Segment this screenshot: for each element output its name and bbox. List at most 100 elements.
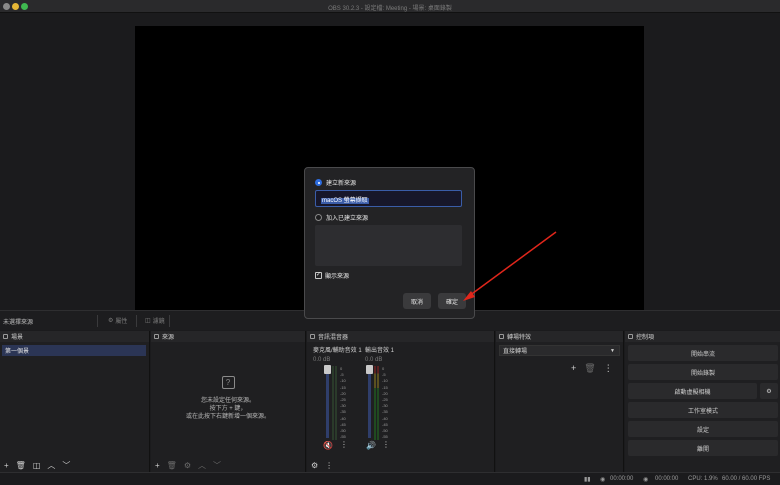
fps-readout: 60.00 / 60.00 FPS [722,476,771,482]
existing-sources-list[interactable] [315,225,462,266]
meter-scale: 0 -5 -10 -15 -20 -25 -30 -35 -40 -45 -50 -55 [340,366,346,440]
status-bar: ▮▮ ◉ 00:00:00 ◉ 00:00:00 CPU: 1.9% 60.00… [0,472,780,485]
selected-source-label: 未選擇來源 [3,320,34,326]
create-new-label: 建立新來源 [326,181,357,187]
question-icon: ? [221,376,235,389]
source-name-value: macOS 螢幕擷取 [321,198,369,204]
source-name-input[interactable]: macOS 螢幕擷取 [315,190,462,207]
scenes-footer: + 🗑 ◫ ︿ ﹀ [0,458,149,472]
channel-menu-icon[interactable]: ⋮ [340,440,348,449]
mixer-settings-icon[interactable]: ⚙ [311,461,318,470]
speaker-icon[interactable]: 🔊 [366,441,376,450]
dock-icon [499,334,504,339]
properties-label: 屬性 [115,319,128,325]
transition-actions: + 🗑 ⋮ [571,363,613,374]
transitions-dock: 轉場特效 直接轉場 ▼ + 🗑 ⋮ [496,331,624,472]
scenes-dock: 場景 第一個景 + 🗑 ◫ ︿ ﹀ [0,331,150,472]
volume-meter [332,366,340,440]
title-bar: OBS 30.2.3 - 設定檔: Meeting - 場景: 桌面錄製 [0,0,780,13]
transition-selected-value: 直接轉場 [503,349,528,355]
start-streaming-button[interactable]: 開始串流 [628,345,778,361]
settings-button[interactable]: 設定 [628,421,778,437]
scenes-dock-header: 場景 [0,331,149,342]
muted-mic-icon[interactable]: 🔇 [323,441,333,450]
controls-title: 控制項 [636,335,655,341]
scenes-title: 場景 [11,335,24,341]
move-up-icon[interactable]: ︿ [47,460,55,471]
virtual-camera-row: 啟動虛擬相機 ⚙ [628,383,778,399]
channel-db: 0.0 dB [313,357,331,363]
controls-dock-header: 控制項 [625,331,780,342]
volume-meter [374,366,382,440]
sources-dock-header: 來源 [151,331,305,342]
toolbar-divider [169,315,170,327]
exit-button[interactable]: 離開 [628,440,778,456]
channel-menu-icon[interactable]: ⋮ [382,440,390,449]
virtual-camera-settings-icon[interactable]: ⚙ [760,383,778,399]
sources-dock: 來源 ? 您未設定任何來源。 按下方 + 鍵， 或在此按下右鍵新增一個來源。 +… [151,331,306,472]
create-new-option[interactable]: 建立新來源 [315,178,356,187]
transitions-dock-header: 轉場特效 [496,331,623,342]
move-down-icon[interactable]: ﹀ [62,460,70,471]
remove-source-icon[interactable]: 🗑 [167,461,177,470]
transition-select[interactable]: 直接轉場 ▼ [499,345,620,356]
channel-name: 麥克風/輔助音效 1 [313,348,362,354]
chevron-down-icon: ▼ [610,348,615,354]
volume-slider[interactable] [366,365,373,438]
filters-label: 濾鏡 [152,319,165,325]
mixer-footer: ⚙ ⋮ [307,458,494,472]
add-source-icon[interactable]: + [155,461,160,470]
start-recording-button[interactable]: 開始錄製 [628,364,778,380]
move-up-icon[interactable]: ︿ [198,460,206,471]
add-scene-icon[interactable]: + [4,461,9,470]
window-title: OBS 30.2.3 - 設定檔: Meeting - 場景: 桌面錄製 [328,6,452,12]
create-new-radio[interactable] [315,179,322,186]
show-source-label: 顯示來源 [325,274,350,280]
empty-line-3: 或在此按下右鍵新增一個來源。 [185,414,270,420]
remove-scene-icon[interactable]: 🗑 [16,461,26,470]
sources-title: 來源 [162,335,175,341]
stream-indicator-icon: ◉ [600,477,606,483]
cancel-button[interactable]: 取消 [403,293,431,309]
record-time: 00:00:00 [655,476,679,482]
remove-transition-icon[interactable]: 🗑 [584,363,595,374]
mixer-channel-mic: 麥克風/輔助音效 1 0.0 dB [313,345,363,363]
controls-dock: 控制項 開始串流 開始錄製 啟動虛擬相機 ⚙ 工作室模式 設定 離開 [625,331,780,472]
transition-menu-icon[interactable]: ⋮ [604,363,613,374]
show-source-option[interactable]: ✓ 顯示來源 [315,271,349,280]
source-properties-icon[interactable]: ⚙ [184,461,191,470]
audio-mixer-dock: 音訊混音器 麥克風/輔助音效 1 0.0 dB 0 -5 -10 -15 -20 -25-… [307,331,495,472]
properties-button[interactable]: ⚙ 屬性 [108,316,127,325]
mixer-channel-desktop: 輸出音效 1 0.0 dB [365,345,415,363]
add-existing-option[interactable]: 加入已建立來源 [315,213,368,222]
move-down-icon[interactable]: ﹀ [213,460,221,471]
start-virtual-camera-button[interactable]: 啟動虛擬相機 [628,383,757,399]
channel-db: 0.0 dB [365,357,383,363]
empty-sources-message: ? 您未設定任何來源。 按下方 + 鍵， 或在此按下右鍵新增一個來源。 [151,376,305,421]
dock-area: 場景 第一個景 + 🗑 ◫ ︿ ﹀ 來源 ? 您未設定任何來源。 按下方 + 鍵… [0,331,780,472]
scene-item[interactable]: 第一個景 [2,345,146,356]
slider-handle[interactable] [366,365,373,374]
mixer-menu-icon[interactable]: ⋮ [325,461,333,470]
scene-filters-icon[interactable]: ◫ [33,461,41,470]
empty-line-2: 按下方 + 鍵， [209,406,247,412]
toolbar-divider [97,315,98,327]
transitions-title: 轉場特效 [507,335,532,341]
gear-icon: ⚙ [108,318,114,324]
dock-icon [628,334,633,339]
filters-button[interactable]: ◫ 濾鏡 [145,316,165,325]
create-source-dialog: 建立新來源 macOS 螢幕擷取 加入已建立來源 ✓ 顯示來源 取消 確定 [304,167,475,319]
dock-icon [310,334,315,339]
filter-icon: ◫ [145,318,151,324]
mixer-title: 音訊混音器 [318,335,349,341]
ok-button[interactable]: 確定 [438,293,466,309]
add-transition-icon[interactable]: + [571,363,576,374]
scene-item-label: 第一個景 [5,349,30,355]
meter-scale: 0 -5 -10 -15 -20 -25 -30 -35 -40 -45 -50 -55 [382,366,388,440]
show-source-checkbox[interactable]: ✓ [315,272,322,279]
add-existing-radio[interactable] [315,214,322,221]
slider-handle[interactable] [324,365,331,374]
studio-mode-button[interactable]: 工作室模式 [628,402,778,418]
volume-slider[interactable] [324,365,331,438]
network-icon: ▮▮ [584,477,591,483]
